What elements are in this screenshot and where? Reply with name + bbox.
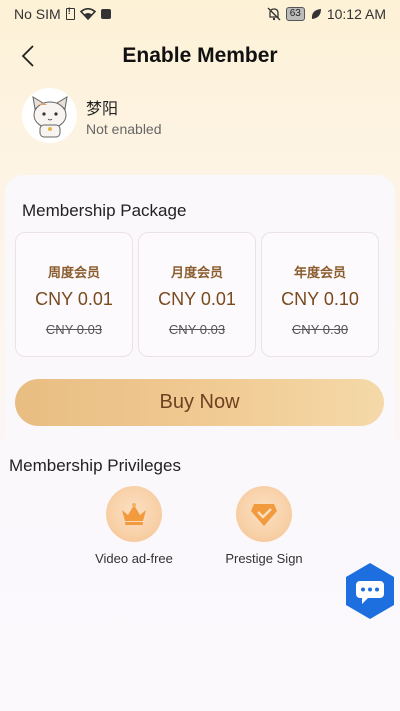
sim-alert-icon xyxy=(65,6,75,20)
back-button[interactable] xyxy=(14,42,42,70)
notification-square-icon xyxy=(100,9,111,19)
battery-indicator: 63 xyxy=(285,7,305,21)
privilege-label: Video ad-free xyxy=(95,551,173,566)
membership-status: Not enabled xyxy=(86,120,162,137)
leaf-icon xyxy=(311,9,321,19)
wifi-icon xyxy=(79,8,96,20)
bell-off-icon xyxy=(267,7,281,21)
status-bar: No SIM 63 10:12 AM xyxy=(0,0,400,28)
privileges-list: Video ad-free Prestige Sign xyxy=(0,486,400,576)
carrier-text: No SIM xyxy=(14,6,61,22)
crown-icon xyxy=(106,486,162,542)
plan-name: 年度会员 xyxy=(293,266,346,281)
plan-price: CNY 0.01 xyxy=(158,289,236,309)
plan-original-price: CNY 0.03 xyxy=(168,322,226,337)
package-title: Membership Package xyxy=(22,201,187,220)
plan-card-weekly[interactable]: 周度会员 CNY 0.01 CNY 0.03 xyxy=(15,232,133,357)
plan-card-monthly[interactable]: 月度会员 CNY 0.01 CNY 0.03 xyxy=(138,232,256,357)
privilege-prestige-sign[interactable]: Prestige Sign xyxy=(204,486,324,566)
plan-price: CNY 0.10 xyxy=(281,289,359,309)
username: 梦阳 xyxy=(86,98,119,118)
privilege-video-ad-free[interactable]: Video ad-free xyxy=(74,486,194,566)
profile-section: 梦阳 Not enabled xyxy=(22,88,162,143)
page-header: Enable Member xyxy=(0,36,400,76)
profile-text: 梦阳 Not enabled xyxy=(86,95,162,137)
chevron-left-icon xyxy=(21,45,34,67)
customer-service-button[interactable] xyxy=(342,561,398,621)
plan-name: 周度会员 xyxy=(47,266,100,281)
plan-original-price: CNY 0.03 xyxy=(45,322,103,337)
gem-badge-icon xyxy=(236,486,292,542)
privileges-title: Membership Privileges xyxy=(9,456,181,475)
plan-name: 月度会员 xyxy=(170,266,223,281)
avatar xyxy=(22,88,77,143)
plan-original-price: CNY 0.30 xyxy=(291,322,349,337)
status-left: No SIM xyxy=(14,6,111,22)
buy-now-button[interactable]: Buy Now xyxy=(15,379,384,426)
plan-card-yearly[interactable]: 年度会员 CNY 0.10 CNY 0.30 xyxy=(261,232,379,357)
privilege-label: Prestige Sign xyxy=(225,551,303,566)
chat-bubble-icon xyxy=(346,563,394,619)
membership-package-card: Membership Package 周度会员 CNY 0.01 CNY 0.0… xyxy=(5,175,395,443)
status-right: 63 10:12 AM xyxy=(267,6,386,22)
clock-time: 10:12 AM xyxy=(326,6,386,22)
page-title: Enable Member xyxy=(122,44,278,67)
plan-list: 周度会员 CNY 0.01 CNY 0.03 月度会员 CNY 0.01 CNY… xyxy=(15,232,379,357)
cat-avatar-icon xyxy=(31,95,68,137)
plan-price: CNY 0.01 xyxy=(35,289,113,309)
